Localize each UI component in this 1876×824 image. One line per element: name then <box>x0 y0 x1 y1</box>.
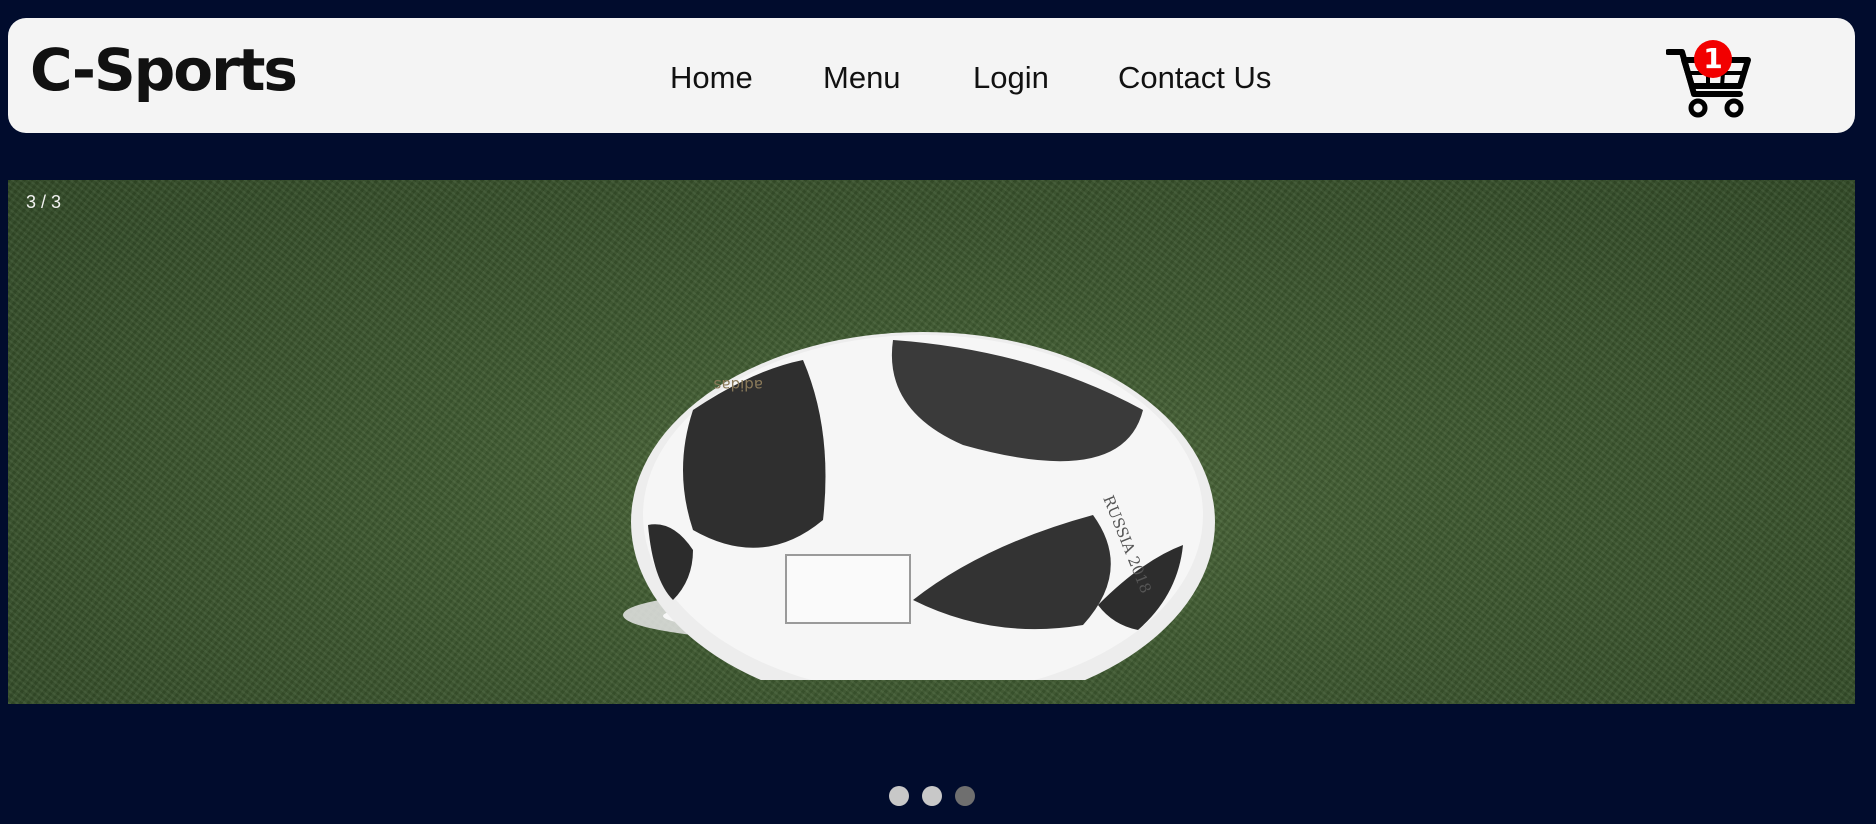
nav-home-link[interactable]: Home <box>670 60 753 96</box>
nav-login-link[interactable]: Login <box>973 60 1049 96</box>
slide-counter: 3 / 3 <box>26 192 62 212</box>
slide-dot-2[interactable] <box>922 786 942 806</box>
cart-button[interactable]: 1 <box>1658 30 1753 125</box>
ball-brand-text: adidas <box>713 376 763 394</box>
slide-dot-3[interactable] <box>955 786 975 806</box>
slide-dots <box>0 786 1876 808</box>
cart-count-badge: 1 <box>1694 40 1732 78</box>
slideshow-image[interactable]: 3 / 3 RUSSIA 2018 adidas <box>8 180 1855 704</box>
nav-links: Home Menu Login Contact Us <box>8 60 1855 100</box>
soccer-ball-image: RUSSIA 2018 adidas <box>563 260 1263 704</box>
nav-contact-link[interactable]: Contact Us <box>1118 60 1271 96</box>
nav-menu-link[interactable]: Menu <box>823 60 901 96</box>
slide-dot-1[interactable] <box>889 786 909 806</box>
navbar: C-Sports Home Menu Login Contact Us 1 <box>8 18 1855 133</box>
